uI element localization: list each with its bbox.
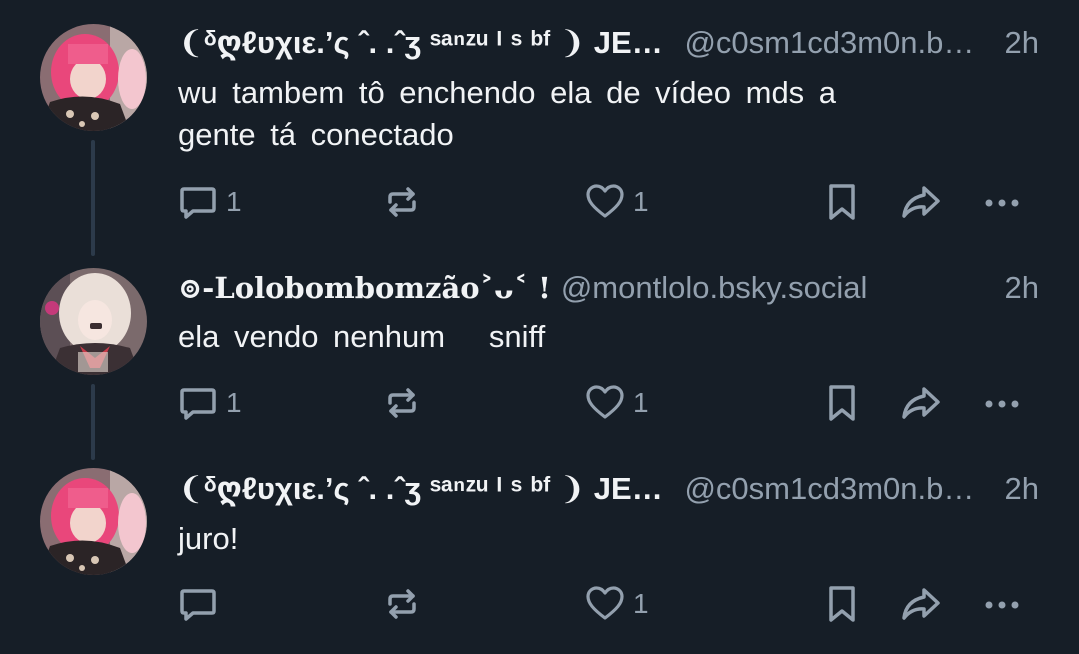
bookmark-button[interactable] [822, 582, 862, 626]
heart-icon [585, 182, 625, 222]
reply-button[interactable]: 1 [178, 180, 242, 224]
avatar-pink-hair[interactable] [40, 468, 147, 575]
bookmark-button[interactable] [822, 180, 862, 224]
repost-button[interactable] [382, 381, 422, 425]
share-arrow-icon [900, 584, 942, 624]
author-display-name[interactable]: ❨ᵟღℓʋχιε.ʼς ˆ. .ˆʒ ˢᵃⁿᶻᵘ ᴵ ˢ ᵇᶠ ❩ JESUS … [178, 23, 674, 63]
thread-view: ❨ᵟღℓʋχιε.ʼς ˆ. .ˆʒ ˢᵃⁿᶻᵘ ᴵ ˢ ᵇᶠ ❩ JESUS … [0, 0, 1079, 654]
more-dots-icon [981, 584, 1023, 624]
repost-button[interactable] [382, 180, 422, 224]
post-text: wu tambem tô enchendo ela de vídeo mds a… [178, 72, 1038, 156]
author-handle[interactable]: @c0sm1cd3m0n.bsky.social [684, 23, 986, 63]
post-actions: 1 1 [178, 381, 1038, 425]
share-button[interactable] [900, 582, 942, 626]
avatar-blonde-hair[interactable] [40, 268, 147, 375]
post-header: ❨ᵟღℓʋχιε.ʼς ˆ. .ˆʒ ˢᵃⁿᶻᵘ ᴵ ˢ ᵇᶠ ❩ JESUS … [178, 469, 1039, 509]
repost-arrows-icon [382, 182, 422, 222]
thread-connector-line [91, 384, 95, 460]
like-button[interactable]: 1 [585, 381, 649, 425]
more-dots-icon [981, 182, 1023, 222]
author-handle[interactable]: @montlolo.bsky.social [561, 268, 868, 308]
bookmark-button[interactable] [822, 381, 862, 425]
author-display-name[interactable]: ❨ᵟღℓʋχιε.ʼς ˆ. .ˆʒ ˢᵃⁿᶻᵘ ᴵ ˢ ᵇᶠ ❩ JESUS … [178, 469, 674, 509]
avatar-pink-hair[interactable] [40, 24, 147, 131]
post-actions: 1 [178, 582, 1038, 626]
share-arrow-icon [900, 383, 942, 423]
heart-icon [585, 383, 625, 423]
post-timestamp[interactable]: 2h [1005, 469, 1039, 509]
post-1[interactable]: ❨ᵟღℓʋχιε.ʼς ˆ. .ˆʒ ˢᵃⁿᶻᵘ ᴵ ˢ ᵇᶠ ❩ JESUS … [0, 0, 1079, 260]
like-count: 1 [633, 186, 649, 217]
post-text-line: ela vendo nenhum sniff [178, 319, 546, 354]
post-3[interactable]: ❨ᵟღℓʋχιε.ʼς ˆ. .ˆʒ ˢᵃⁿᶻᵘ ᴵ ˢ ᵇᶠ ❩ JESUS … [0, 460, 1079, 654]
more-options-button[interactable] [981, 180, 1023, 224]
speech-bubble-icon [178, 584, 218, 624]
post-timestamp[interactable]: 2h [1005, 23, 1039, 63]
reply-count: 1 [226, 387, 242, 418]
like-button[interactable]: 1 [585, 582, 649, 626]
post-text: juro! [178, 518, 1038, 560]
post-text: ela vendo nenhum sniff [178, 316, 1038, 358]
heart-icon [585, 584, 625, 624]
like-count: 1 [633, 387, 649, 418]
reply-button[interactable]: 1 [178, 381, 242, 425]
post-2[interactable]: ⊚-Lolobombomzão˃ᴗ˂ ! @montlolo.bsky.soci… [0, 260, 1079, 460]
bookmark-icon [822, 182, 862, 222]
like-count: 1 [633, 588, 649, 619]
reply-count: 1 [226, 186, 242, 217]
author-handle[interactable]: @c0sm1cd3m0n.bsky.social [684, 469, 986, 509]
more-options-button[interactable] [981, 381, 1023, 425]
post-header: ❨ᵟღℓʋχιε.ʼς ˆ. .ˆʒ ˢᵃⁿᶻᵘ ᴵ ˢ ᵇᶠ ❩ JESUS … [178, 23, 1039, 63]
speech-bubble-icon [178, 383, 218, 423]
post-text-line: gente tá conectado [178, 117, 454, 152]
author-display-name[interactable]: ⊚-Lolobombomzão˃ᴗ˂ ! [178, 268, 551, 308]
like-button[interactable]: 1 [585, 180, 649, 224]
repost-button[interactable] [382, 582, 422, 626]
post-header: ⊚-Lolobombomzão˃ᴗ˂ ! @montlolo.bsky.soci… [178, 268, 1039, 308]
share-arrow-icon [900, 182, 942, 222]
more-dots-icon [981, 383, 1023, 423]
thread-connector-line [91, 140, 95, 256]
post-text-line: juro! [178, 521, 239, 556]
post-actions: 1 1 [178, 180, 1038, 224]
more-options-button[interactable] [981, 582, 1023, 626]
repost-arrows-icon [382, 383, 422, 423]
post-text-line: wu tambem tô enchendo ela de vídeo mds a [178, 75, 837, 110]
bookmark-icon [822, 584, 862, 624]
share-button[interactable] [900, 180, 942, 224]
share-button[interactable] [900, 381, 942, 425]
bookmark-icon [822, 383, 862, 423]
post-timestamp[interactable]: 2h [1005, 268, 1039, 308]
speech-bubble-icon [178, 182, 218, 222]
repost-arrows-icon [382, 584, 422, 624]
reply-button[interactable] [178, 582, 226, 626]
